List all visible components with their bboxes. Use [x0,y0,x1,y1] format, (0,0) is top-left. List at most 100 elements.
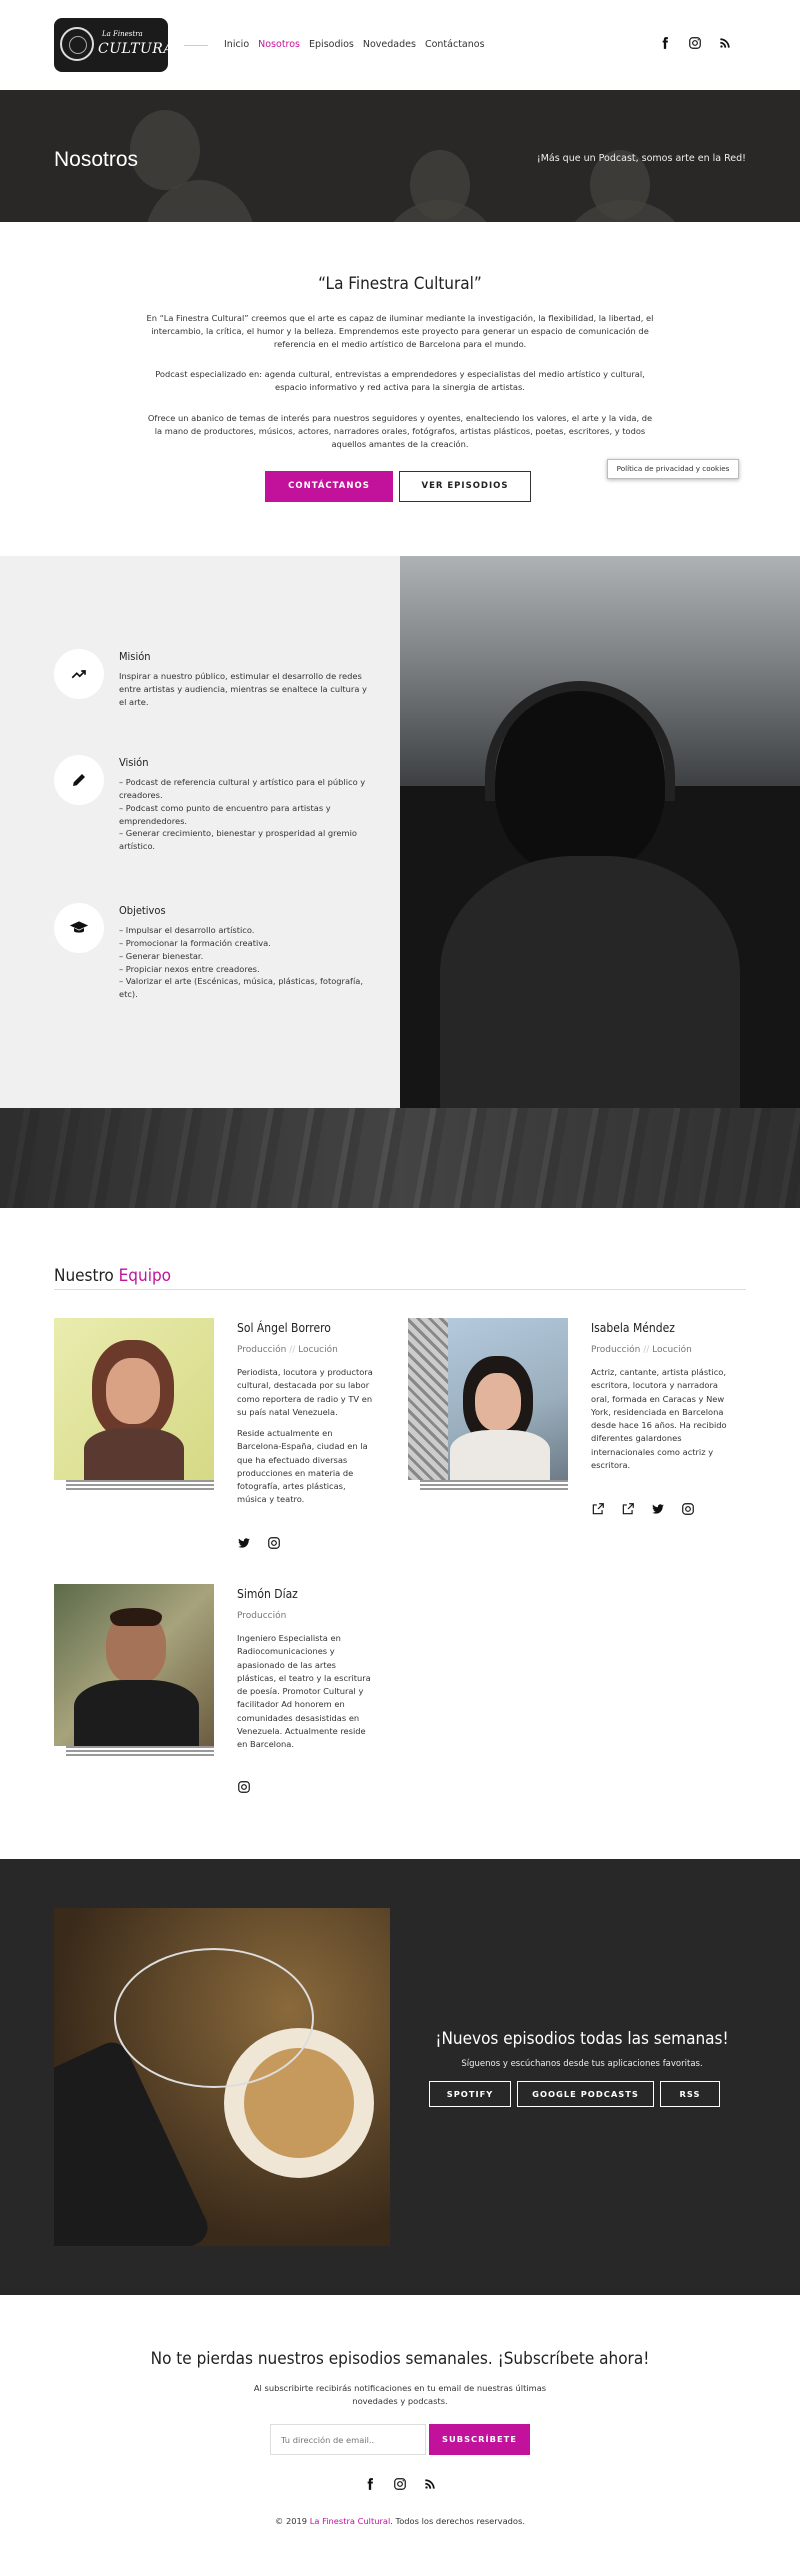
brand-link[interactable]: La Finestra Cultural [310,2516,391,2526]
vision-title: Visión [119,756,149,769]
body-shape [74,1680,199,1746]
email-input[interactable] [270,2424,426,2455]
member-role: Producción // Locución [591,1345,692,1355]
face-shape [475,1373,521,1431]
rss-icon[interactable] [718,36,732,50]
body-shape [84,1428,184,1480]
body-shape [450,1430,550,1480]
team-title-b: Equipo [118,1266,172,1286]
console-overlay [0,1108,800,1208]
team-member: Sol Ángel Borrero Producción // Locución… [54,1318,392,1578]
mission-panel: Misión Inspirar a nuestro público, estim… [0,556,400,1108]
mission-item: Misión Inspirar a nuestro público, estim… [54,649,374,729]
site-logo[interactable]: La Finestra CULTURAL [54,18,183,72]
role-label: Locución [652,1345,692,1355]
member-role: Producción // Locución [237,1345,338,1355]
member-photo [408,1318,568,1480]
google-podcasts-button[interactable]: GOOGLE PODCASTS [517,2081,654,2107]
contact-button[interactable]: CONTÁCTANOS [265,471,393,502]
intro-title: “La Finestra Cultural” [318,274,482,294]
rss-button[interactable]: RSS [660,2081,720,2107]
objectives-text: – Impulsar el desarrollo artístico. – Pr… [119,925,364,1000]
podcast-subtitle: Síguenos y escúchanos desde tus aplicaci… [461,2059,703,2069]
coffee-phone-photo [54,1908,390,2246]
role-label: Locución [298,1345,338,1355]
vision-text: – Podcast de referencia cultural y artís… [119,777,366,852]
nav-contactanos[interactable]: Contáctanos [425,38,485,52]
intro-paragraph: Podcast especializado en: agenda cultura… [155,369,645,392]
cookie-policy-button[interactable]: Política de privacidad y cookies [607,459,739,479]
intro-section: “La Finestra Cultural” En “La Finestra C… [0,222,800,556]
logo-top-text: La Finestra [102,30,143,38]
member-description: Ingeniero Especialista en Radiocomunicac… [237,1633,371,1750]
member-photo [54,1318,214,1480]
photo-shadow [420,1480,568,1490]
rss-icon[interactable] [423,2477,437,2491]
episodes-button[interactable]: VER EPISODIOS [399,471,531,502]
podcast-title: ¡Nuevos episodios todas las semanas! [435,2029,729,2049]
nav-novedades[interactable]: Novedades [363,38,416,52]
member-description: Periodista, locutora y productora cultur… [237,1366,375,1507]
header-social [658,36,732,50]
member-social [591,1502,695,1516]
site-header: La Finestra CULTURAL Inicio Nosotros Epi… [0,0,800,90]
logo-main-text: CULTURAL [98,41,184,57]
mission-text: Inspirar a nuestro público, estimular el… [119,671,367,707]
team-title-a: Nuestro [54,1266,119,1286]
graduation-cap-icon [54,903,104,953]
nav-inicio[interactable]: Inicio [224,38,249,52]
headphones-photo [400,556,800,1108]
pencil-icon [54,755,104,805]
fence-shape [408,1318,448,1480]
twitter-icon[interactable] [651,1502,665,1516]
instagram-icon[interactable] [267,1536,281,1550]
facebook-icon[interactable] [658,36,672,50]
footer-social [363,2477,437,2491]
mixing-console-banner [0,1108,800,1208]
member-name: Sol Ángel Borrero [237,1321,331,1335]
vision-item: Visión – Podcast de referencia cultural … [54,755,374,865]
nav-nosotros[interactable]: Nosotros [258,38,300,52]
intro-paragraph: Ofrece un abanico de temas de interés pa… [147,413,653,449]
intro-paragraph: En “La Finestra Cultural” creemos que el… [146,313,654,349]
trending-up-icon [54,649,104,699]
team-member: Simón Díaz Producción Ingeniero Especial… [54,1584,392,1814]
subscribe-button[interactable]: SUBSCRÍBETE [429,2424,530,2455]
twitter-icon[interactable] [237,1536,251,1550]
member-name: Simón Díaz [237,1587,298,1601]
main-nav: Inicio Nosotros Episodios Novedades Cont… [224,38,485,52]
role-label: Producción [591,1345,641,1355]
member-role: Producción [237,1611,287,1621]
external-link-icon[interactable] [591,1502,605,1516]
spotify-button[interactable]: SPOTIFY [429,2081,511,2107]
face-shape [106,1358,160,1424]
copyright-prefix: © 2019 [275,2516,310,2526]
role-label: Producción [237,1345,287,1355]
hero-banner: Nosotros ¡Más que un Podcast, somos arte… [0,90,800,222]
team-member: Isabela Méndez Producción // Locución Ac… [408,1318,746,1548]
external-link-icon[interactable] [621,1502,635,1516]
instagram-icon[interactable] [393,2477,407,2491]
nav-episodios[interactable]: Episodios [309,38,354,52]
mission-section: Misión Inspirar a nuestro público, estim… [0,556,800,1108]
member-social [237,1780,251,1794]
facebook-icon[interactable] [363,2477,377,2491]
podcast-section: ¡Nuevos episodios todas las semanas! Síg… [0,1859,800,2295]
objectives-title: Objetivos [119,904,166,917]
team-title: Nuestro Equipo [54,1264,171,1289]
instagram-icon[interactable] [237,1780,251,1794]
vinyl-icon [60,27,94,61]
subscribe-section: No te pierdas nuestros episodios semanal… [0,2295,800,2559]
photo-shadow [66,1746,214,1756]
copyright-suffix: . Todos los derechos reservados. [390,2516,525,2526]
member-name: Isabela Méndez [591,1321,675,1335]
mission-title: Misión [119,650,151,663]
photo-shadow [66,1480,214,1490]
page-title: Nosotros [54,148,139,171]
instagram-icon[interactable] [688,36,702,50]
description-paragraph: Reside actualmente en Barcelona-España, … [237,1428,368,1505]
team-section: Nuestro Equipo Sol Ángel Borrero Producc… [0,1208,800,1859]
divider [54,1289,746,1290]
description-paragraph: Periodista, locutora y productora cultur… [237,1367,373,1417]
instagram-icon[interactable] [681,1502,695,1516]
